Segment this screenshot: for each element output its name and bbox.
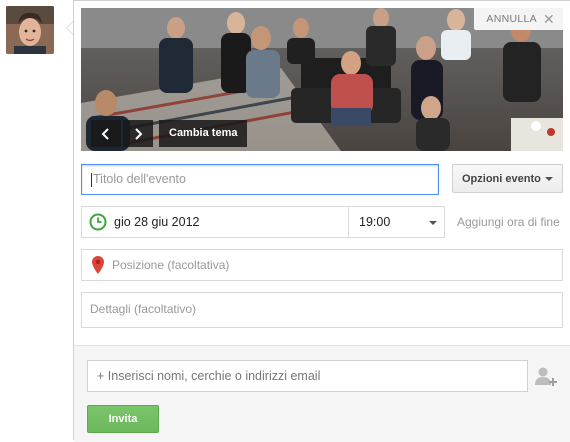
invite-button[interactable]: Invita <box>87 405 159 433</box>
date-picker[interactable]: gio 28 giu 2012 <box>81 206 349 238</box>
event-title-input[interactable]: Titolo dell'evento <box>81 164 439 195</box>
event-title-placeholder: Titolo dell'evento <box>93 172 186 186</box>
invite-input[interactable]: + Inserisci nomi, cerchie o indirizzi em… <box>87 360 528 392</box>
add-person-icon <box>535 367 557 386</box>
chevron-right-icon <box>135 127 143 140</box>
invite-placeholder: + Inserisci nomi, cerchie o indirizzi em… <box>97 369 321 383</box>
details-input[interactable]: Dettagli (facoltativo) <box>81 292 563 328</box>
location-input[interactable]: Posizione (facoltativa) <box>81 249 563 281</box>
text-cursor <box>91 172 92 187</box>
event-creation-card: ANNULLA ✕ Cambia tema Titolo dell'evento… <box>73 0 570 442</box>
event-options-label: Opzioni evento <box>462 172 541 185</box>
event-theme-banner: ANNULLA ✕ Cambia tema <box>81 8 563 151</box>
cancel-label: ANNULLA <box>486 13 537 25</box>
invite-section: + Inserisci nomi, cerchie o indirizzi em… <box>74 345 570 442</box>
time-select[interactable]: 19:00 <box>349 206 445 238</box>
add-person-button[interactable] <box>534 366 558 388</box>
dropdown-arrow-icon <box>545 177 553 181</box>
details-placeholder: Dettagli (facoltativo) <box>90 302 197 316</box>
chevron-left-icon <box>101 127 109 140</box>
previous-theme-button[interactable] <box>91 120 121 147</box>
event-options-button[interactable]: Opzioni evento <box>452 164 563 193</box>
user-avatar <box>6 6 54 54</box>
map-pin-icon <box>92 256 104 274</box>
next-theme-button[interactable] <box>123 120 153 147</box>
change-theme-button[interactable]: Cambia tema <box>159 120 248 147</box>
date-value: gio 28 giu 2012 <box>114 215 200 229</box>
theme-controls: Cambia tema <box>91 120 248 147</box>
time-value: 19:00 <box>359 215 391 229</box>
location-placeholder: Posizione (facoltativa) <box>112 258 230 272</box>
add-end-time-link[interactable]: Aggiungi ora di fine <box>457 206 560 238</box>
close-icon: ✕ <box>542 11 555 27</box>
dropdown-arrow-icon <box>429 221 437 225</box>
cancel-button[interactable]: ANNULLA ✕ <box>474 8 563 30</box>
clock-icon <box>89 213 107 231</box>
